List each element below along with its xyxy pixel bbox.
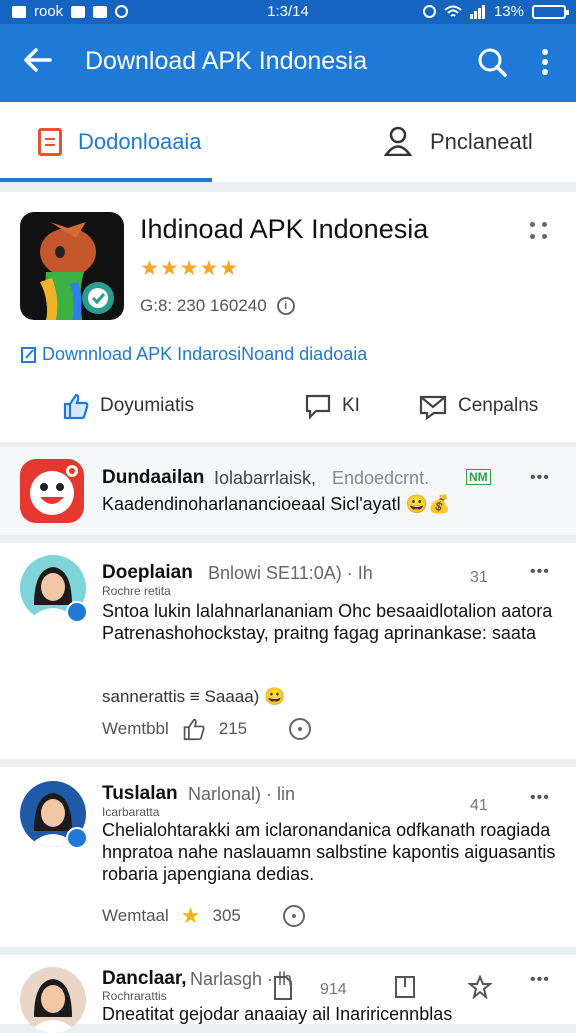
star-icon[interactable]: ★ bbox=[181, 903, 201, 929]
app-meta-text: G:8: 230 160240 bbox=[140, 296, 267, 315]
download-link-text: Downnload APK IndarosiNoand diadoaia bbox=[42, 344, 368, 364]
avatar bbox=[20, 459, 84, 523]
comment-icon bbox=[305, 394, 331, 420]
like-button[interactable]: Doyumiatis bbox=[62, 392, 194, 420]
notif-sub: Iolabarrlaisk, bbox=[214, 468, 317, 488]
avatar[interactable] bbox=[20, 967, 86, 1033]
post-author[interactable]: Tuslalan bbox=[102, 783, 178, 805]
app-card: Ihdinoad APK Indonesia ★★★★★ G:8: 230 16… bbox=[0, 192, 576, 442]
more-icon[interactable]: ••• bbox=[530, 563, 550, 581]
thumbs-up-icon[interactable] bbox=[181, 717, 207, 741]
share-icon bbox=[419, 395, 447, 420]
info-icon[interactable]: i bbox=[276, 297, 295, 315]
tab-label: Dodonloaaia bbox=[78, 129, 202, 154]
verified-badge-icon bbox=[66, 827, 88, 849]
app-meta: G:8: 230 160240 i bbox=[140, 296, 295, 316]
signal-icon bbox=[469, 4, 485, 19]
options-icon[interactable] bbox=[282, 905, 305, 927]
post-card: Danclaar, Narlasgh · lh Rochrarattis 914… bbox=[0, 955, 576, 1033]
app-bar: Download APK Indonesia bbox=[0, 24, 576, 102]
post-tag: sannerattis ≡ Saaaa) 😀 bbox=[102, 687, 286, 706]
star-outline-icon[interactable] bbox=[468, 975, 492, 999]
bookmark-icon[interactable] bbox=[394, 975, 416, 999]
post-handle: Rochrarattis bbox=[102, 989, 167, 1003]
post-handle: Rochre retita bbox=[102, 584, 171, 598]
post-text: Chelialohtarakki am iclaronandanica odfk… bbox=[102, 820, 556, 884]
more-icon[interactable]: ••• bbox=[530, 469, 550, 487]
notif-name: Dundaailan bbox=[102, 467, 205, 488]
tab-indicator bbox=[0, 178, 212, 182]
options-icon[interactable] bbox=[289, 718, 312, 740]
like-count: 305 bbox=[212, 906, 241, 925]
post-count: 41 bbox=[470, 797, 488, 814]
status-bar: rook 1:3/14 13% bbox=[0, 0, 576, 24]
verified-badge-icon bbox=[66, 601, 88, 623]
share-button[interactable]: Cenpalns bbox=[418, 392, 538, 420]
notif-text: Kaadendinoharlanancioeaal Sicl'ayatl 😀💰 bbox=[102, 494, 451, 514]
post-count: 31 bbox=[470, 569, 488, 586]
tab-label: Pnclaneatl bbox=[430, 129, 533, 154]
page-title: Download APK Indonesia bbox=[85, 47, 368, 75]
post-card: Doeplaian Bnlowi SE11:0A) · Ih Rochre re… bbox=[0, 543, 576, 759]
tab-profile[interactable]: Pnclaneatl bbox=[360, 102, 576, 182]
app-actions: Doyumiatis KI Cenpalns bbox=[0, 388, 576, 428]
share-label: Cenpalns bbox=[458, 395, 539, 416]
post-footer: Wemtbbl 215 bbox=[102, 717, 312, 741]
document-icon bbox=[38, 128, 62, 156]
wifi-icon bbox=[444, 5, 462, 17]
like-label: Doyumiatis bbox=[100, 395, 194, 416]
more-vert-icon[interactable] bbox=[530, 44, 560, 80]
app-title: Ihdinoad APK Indonesia bbox=[140, 214, 429, 244]
more-icon[interactable]: ••• bbox=[530, 789, 550, 807]
back-arrow-icon[interactable] bbox=[20, 42, 56, 78]
post-text: Dneatitat gejodar anaaiay ail Inariricen… bbox=[102, 1004, 453, 1024]
search-icon[interactable] bbox=[476, 46, 508, 78]
download-link[interactable]: Downnload APK IndarosiNoand diadoaia bbox=[20, 344, 367, 365]
tab-downloads[interactable]: Dodonloaaia bbox=[0, 102, 212, 182]
rating-stars: ★★★★★ bbox=[140, 257, 240, 280]
app-logo-icon bbox=[40, 222, 114, 320]
person-photo-icon bbox=[28, 979, 78, 1033]
notification-card[interactable]: Dundaailan Iolabarrlaisk, Endoedcrnt. NM… bbox=[0, 447, 576, 535]
notif-badge: NM bbox=[466, 469, 491, 485]
post-author[interactable]: Danclaar, bbox=[102, 968, 187, 990]
post-footer: Wemtaal ★ 305 bbox=[102, 903, 305, 929]
smiley-icon bbox=[30, 465, 78, 515]
person-icon bbox=[384, 126, 412, 156]
sync-icon bbox=[422, 5, 436, 18]
tab-bar: Dodonloaaia Pnclaneatl bbox=[0, 102, 576, 182]
edit-icon bbox=[21, 346, 36, 363]
post-meta: Bnlowi SE11:0A) · Ih bbox=[208, 563, 373, 583]
post-meta: Narlonal) · lin bbox=[188, 784, 296, 804]
notif-sub-2: Endoedcrnt. bbox=[332, 468, 430, 488]
post-count: 914 bbox=[320, 981, 347, 998]
post-handle: Icarbaratta bbox=[102, 805, 160, 819]
post-text: Sntoa lukin lalahnarlananiam Ohc besaaid… bbox=[102, 601, 553, 643]
document-icon[interactable] bbox=[272, 975, 294, 1001]
comment-button[interactable]: KI bbox=[304, 392, 360, 420]
more-icon[interactable]: ••• bbox=[530, 971, 550, 989]
thumbs-up-icon bbox=[63, 393, 89, 420]
battery-icon bbox=[532, 4, 569, 19]
app-icon[interactable] bbox=[20, 212, 124, 320]
comment-label: KI bbox=[342, 395, 360, 416]
more-options-icon[interactable] bbox=[528, 220, 550, 242]
post-card: Tuslalan Narlonal) · lin Icarbaratta 41 … bbox=[0, 767, 576, 947]
like-count: 215 bbox=[218, 719, 248, 738]
battery-percent: 13% bbox=[493, 3, 524, 20]
foot-label: Wemtbbl bbox=[102, 719, 169, 738]
foot-label: Wemtaal bbox=[102, 906, 169, 925]
post-author[interactable]: Doeplaian bbox=[102, 562, 193, 584]
